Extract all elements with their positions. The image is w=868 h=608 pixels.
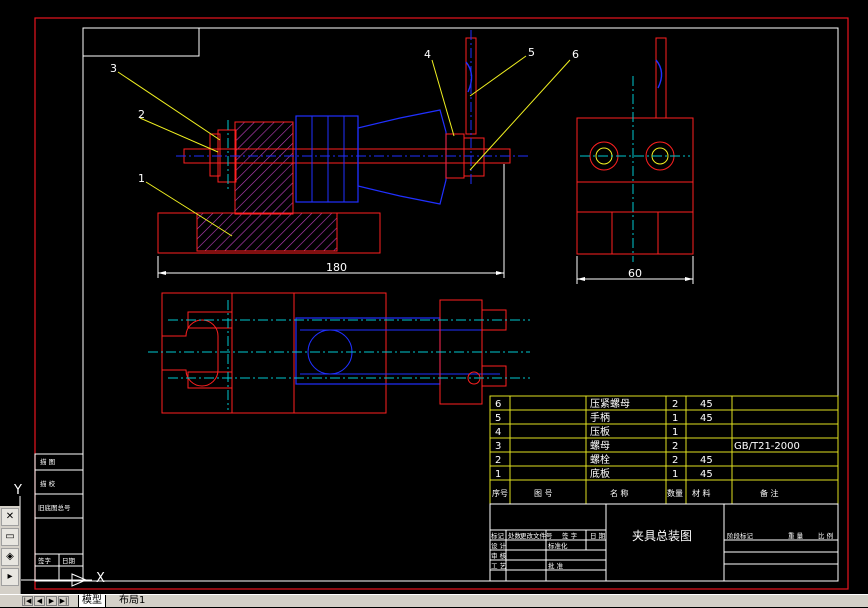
side-label: 描 图 [40,457,55,466]
drawing-title: 夹具总装图 [632,529,692,543]
prev-tab-icon[interactable]: ◀ [34,596,45,606]
left-toolbar: ✕ ▭ ◈ ▸ [0,506,21,594]
balloon-6: 6 [572,48,579,61]
row-qty: 2 [672,455,678,466]
workpiece-taper [357,109,447,205]
header-drawing-no: 图 号 [534,489,553,498]
tb-label: 重 量 [788,532,804,540]
dim-180-label: 180 [326,261,347,274]
row-qty: 1 [672,427,678,438]
header-note: 备 注 [760,488,779,498]
tb-label: 设 计 [491,541,507,550]
dim-60-label: 60 [628,267,642,280]
tb-label: 批 准 [548,561,564,570]
last-tab-icon[interactable]: ▶| [58,596,69,606]
press-nut [463,137,485,177]
side-label: 旧底图总号 [38,503,71,512]
tab-model[interactable]: 模型 [78,595,106,608]
next-tab-icon[interactable]: ▶ [46,596,57,606]
tb-label: 更改文件号 [520,531,553,540]
top-view [148,292,530,414]
row-material: 45 [700,399,713,410]
row-material: 45 [700,413,713,424]
tb-label: 标准化 [548,541,568,550]
first-tab-icon[interactable]: |◀ [22,596,33,606]
balloon-1: 1 [138,172,145,185]
row-no: 6 [495,399,501,410]
tb-label: 工 艺 [491,562,507,570]
row-qty: 1 [672,469,678,480]
row-name: 压紧螺母 [590,398,630,410]
row-note: GB/T21-2000 [734,441,800,452]
ucs-x-label: X [96,571,105,586]
tb-label: 比 例 [818,531,833,540]
layout-tab-bar: |◀ ◀ ▶ ▶| 模型 布局1 [0,594,868,608]
cad-drawing[interactable]: 180 3 2 1 4 5 6 60 6 压紧螺母 2 45 5 手柄 1 45… [0,0,868,594]
tb-label: 签 字 [562,531,578,540]
side-table-text: 描 图 描 校 旧底图总号 签字 日期 [38,457,76,565]
header-qty: 数量 [667,488,683,498]
balloon-5: 5 [528,46,535,59]
side-label: 日期 [62,557,76,565]
row-no: 3 [495,441,501,452]
close-icon[interactable]: ✕ [1,508,19,526]
top-left-box [82,27,200,57]
row-no: 4 [495,427,501,438]
ucs-y-label: Y [13,483,22,498]
row-name: 压板 [590,425,610,438]
inner-frame [82,27,839,582]
side-label: 描 校 [40,479,56,488]
tb-label: 标记 [491,531,505,540]
balloon-2: 2 [138,108,145,121]
side-base [576,211,694,255]
header-material: 材 料 [692,488,711,498]
row-name: 螺栓 [590,453,610,466]
dimension-60: 60 [576,256,694,284]
panel-icon[interactable]: ◈ [1,548,19,566]
column-hatch [234,121,294,215]
row-no: 2 [495,455,501,466]
row-name: 底板 [590,467,610,480]
tb-label: 审 核 [491,551,507,560]
row-material: 45 [700,455,713,466]
cursor-icon[interactable]: ▸ [1,568,19,586]
window-icon[interactable]: ▭ [1,528,19,546]
balloon-3: 3 [110,62,117,75]
tab-layout1[interactable]: 布局1 [116,595,148,607]
tb-label: 阶段标记 [727,531,754,540]
parts-table-text: 6 压紧螺母 2 45 5 手柄 1 45 4 压板 1 3 螺母 2 GB/T… [492,398,800,498]
top-column [231,292,295,414]
row-name: 手柄 [590,411,610,424]
balloon-4: 4 [424,48,431,61]
row-qty: 2 [672,399,678,410]
row-name: 螺母 [590,440,610,452]
drawing-canvas[interactable]: 180 3 2 1 4 5 6 60 6 压紧螺母 2 45 5 手柄 1 45… [0,0,868,606]
row-no: 1 [495,469,501,480]
tb-label: 日 期 [590,532,606,540]
base-hatch [196,212,338,252]
row-qty: 1 [672,413,678,424]
row-no: 5 [495,413,501,424]
side-view [576,37,694,262]
row-qty: 2 [672,441,678,452]
side-label: 签字 [38,556,52,565]
row-material: 45 [700,469,713,480]
outer-border [34,17,849,590]
clamp-body [295,115,359,203]
header-no: 序号 [492,488,508,498]
front-view [157,30,528,254]
side-body [576,117,694,183]
header-name: 名 称 [610,488,629,498]
